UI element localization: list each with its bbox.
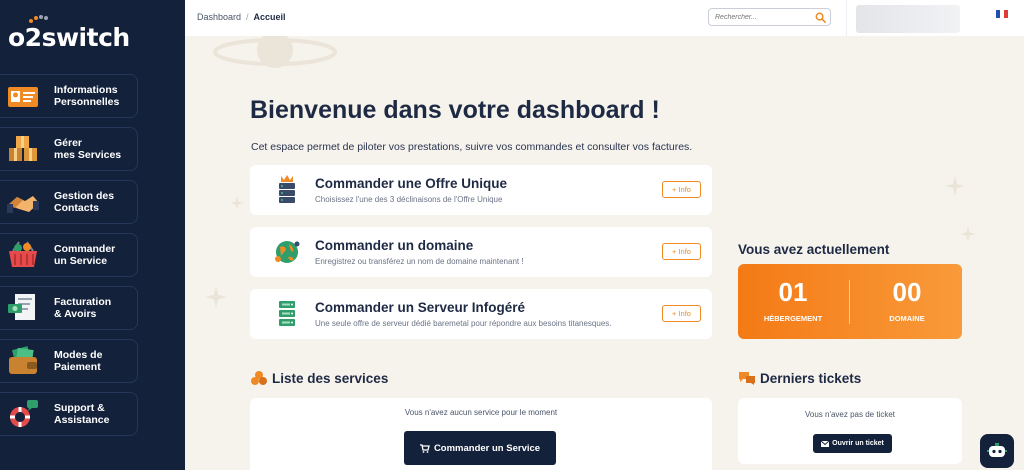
boxes-icon — [4, 132, 42, 166]
order-service-button[interactable]: Commander un Service — [404, 431, 556, 465]
sidebar-item-label: Informations Personnelles — [54, 83, 120, 109]
topbar: Dashboard / Accueil — [185, 0, 1024, 36]
stat-label: DOMAINE — [889, 314, 925, 323]
brand-logo[interactable]: o2switch — [8, 15, 130, 54]
stat-value: 01 — [778, 277, 808, 307]
info-button[interactable]: + Info — [662, 243, 701, 260]
sidebar: o2switch Informations Personnelles Gérer… — [0, 0, 185, 470]
logo-dots-icon — [29, 15, 48, 23]
breadcrumb: Dashboard / Accueil — [197, 12, 286, 22]
language-flag-fr-icon[interactable] — [996, 10, 1008, 18]
card-subtitle: Une seule offre de serveur dédié baremet… — [315, 319, 612, 328]
search-icon — [815, 12, 826, 23]
section-title-text: Derniers tickets — [760, 370, 862, 386]
chat-help-button[interactable] — [980, 434, 1014, 468]
stat-label: HÉBERGEMENT — [763, 314, 823, 323]
card-title: Commander un Serveur Infogéré — [315, 300, 526, 315]
page-intro: Cet espace permet de piloter vos prestat… — [251, 141, 693, 153]
services-panel: Vous n'avez aucun service pour le moment… — [250, 398, 712, 470]
brand-name: o2switch — [8, 22, 130, 52]
lifebuoy-icon — [4, 397, 42, 431]
sidebar-item-informations-personnelles[interactable]: Informations Personnelles — [0, 74, 138, 118]
breadcrumb-current: Accueil — [253, 12, 286, 22]
sidebar-item-label: Support & Assistance — [54, 401, 110, 427]
server-crown-icon — [279, 175, 295, 203]
info-button[interactable]: + Info — [662, 305, 701, 322]
stat-value: 00 — [892, 277, 922, 307]
sidebar-item-label: Gérer mes Services — [54, 136, 122, 162]
sidebar-item-label: Commander un Service — [54, 242, 116, 268]
stat-domaine: 00 DOMAINE — [852, 264, 962, 339]
topbar-divider — [846, 0, 847, 36]
card-domaine[interactable]: Commander un domaine Enregistrez ou tran… — [250, 227, 712, 277]
sidebar-item-support-assistance[interactable]: Support & Assistance — [0, 392, 138, 436]
chat-bot-icon — [987, 443, 1007, 457]
tickets-panel: Vous n'avez pas de ticket Ouvrir un tick… — [738, 398, 962, 464]
open-ticket-button[interactable]: Ouvrir un ticket — [813, 434, 892, 453]
breadcrumb-root[interactable]: Dashboard — [197, 12, 241, 22]
sidebar-item-gerer-services[interactable]: Gérer mes Services — [0, 127, 138, 171]
envelope-icon — [821, 440, 830, 447]
sidebar-item-facturation-avoirs[interactable]: Facturation & Avoirs — [0, 286, 138, 330]
sidebar-item-label: Modes de Paiement — [54, 348, 103, 374]
boxes-icon — [251, 371, 267, 385]
card-offre-unique[interactable]: Commander une Offre Unique Choisissez l'… — [250, 165, 712, 215]
page-title: Bienvenue dans votre dashboard ! — [250, 96, 660, 124]
stat-hebergement: 01 HÉBERGEMENT — [738, 264, 848, 339]
background-sparkle-icon — [230, 196, 244, 210]
section-title-text: Liste des services — [272, 370, 389, 386]
invoice-icon — [4, 291, 42, 325]
sidebar-item-modes-paiement[interactable]: Modes de Paiement — [0, 339, 138, 383]
user-profile-blurred[interactable] — [856, 5, 960, 33]
id-card-icon — [4, 79, 42, 113]
sidebar-item-gestion-contacts[interactable]: Gestion des Contacts — [0, 180, 138, 224]
chat-bubbles-icon — [739, 372, 755, 385]
stats-panel: 01 HÉBERGEMENT 00 DOMAINE — [738, 264, 962, 339]
sidebar-nav: Informations Personnelles Gérer mes Serv… — [0, 74, 138, 445]
tickets-section-title: Derniers tickets — [738, 370, 861, 386]
open-ticket-label: Ouvrir un ticket — [832, 440, 884, 447]
background-sparkle-icon — [945, 176, 965, 196]
sidebar-item-label: Facturation & Avoirs — [54, 295, 112, 321]
card-title: Commander une Offre Unique — [315, 176, 508, 191]
server-rack-icon — [279, 301, 295, 326]
card-subtitle: Choisissez l'une des 3 déclinaisons de l… — [315, 195, 503, 204]
background-planet-icon — [213, 36, 337, 68]
card-subtitle: Enregistrez ou transférez un nom de doma… — [315, 257, 524, 266]
background-sparkle-icon — [205, 286, 227, 308]
sidebar-item-commander-service[interactable]: Commander un Service — [0, 233, 138, 277]
shopping-basket-icon — [4, 238, 42, 272]
services-section-title: Liste des services — [250, 370, 388, 386]
breadcrumb-separator: / — [246, 12, 249, 22]
card-title: Commander un domaine — [315, 238, 474, 253]
tickets-empty-message: Vous n'avez pas de ticket — [804, 410, 896, 419]
search-input[interactable] — [715, 11, 805, 23]
card-serveur-infogere[interactable]: Commander un Serveur Infogéré Une seule … — [250, 289, 712, 339]
handshake-icon — [4, 185, 42, 219]
order-service-label: Commander un Service — [433, 442, 541, 454]
cart-icon — [419, 443, 430, 453]
wallet-icon — [4, 344, 42, 378]
stat-divider — [849, 280, 850, 324]
info-button[interactable]: + Info — [662, 181, 701, 198]
globe-icon — [275, 241, 300, 263]
background-sparkle-icon — [960, 226, 976, 242]
search-button[interactable] — [812, 10, 828, 24]
main-content: Bienvenue dans votre dashboard ! Cet esp… — [185, 36, 1024, 470]
services-empty-message: Vous n'avez aucun service pour le moment — [404, 408, 558, 417]
stats-title: Vous avez actuellement — [738, 242, 890, 257]
sidebar-item-label: Gestion des Contacts — [54, 189, 115, 215]
search-box — [708, 8, 831, 26]
